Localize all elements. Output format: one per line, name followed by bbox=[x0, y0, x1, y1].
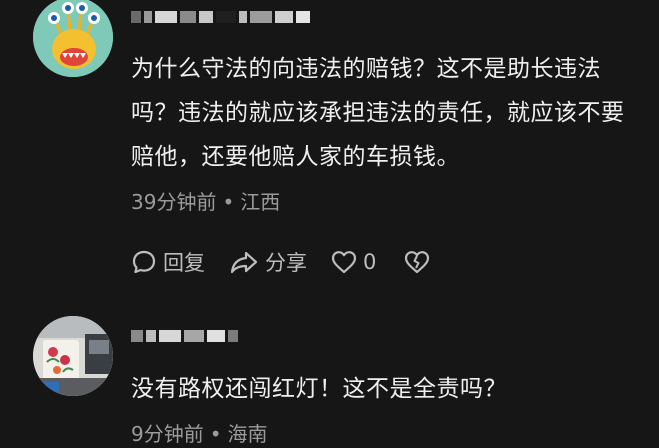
comment-time: 39分钟前 bbox=[131, 190, 217, 214]
meta-separator: • bbox=[222, 190, 235, 214]
username-blurred[interactable] bbox=[131, 6, 310, 28]
comment-location: 海南 bbox=[227, 422, 268, 446]
dislike-button[interactable] bbox=[404, 250, 430, 274]
comment-item: 为什么守法的向违法的赔钱？这不是助长违法吗？违法的就应该承担违法的责任，就应该不… bbox=[0, 0, 659, 300]
comment-actions: 回复 分享 0 bbox=[131, 245, 430, 279]
comment-meta: 39分钟前 • 江西 bbox=[131, 186, 280, 215]
share-label: 分享 bbox=[265, 251, 307, 275]
reply-label: 回复 bbox=[163, 251, 205, 275]
monster-avatar-image bbox=[33, 0, 113, 77]
broken-heart-icon bbox=[405, 251, 430, 274]
comment-location: 江西 bbox=[240, 190, 281, 214]
comment-item: 没有路权还闯红灯！这不是全责吗？ 9分钟前 • 海南 bbox=[0, 300, 659, 448]
share-arrow-icon bbox=[230, 251, 258, 274]
comment-text: 为什么守法的向违法的赔钱？这不是助长违法吗？违法的就应该承担违法的责任，就应该不… bbox=[131, 56, 625, 170]
meta-separator: • bbox=[209, 422, 222, 446]
avatar[interactable] bbox=[33, 316, 113, 396]
photo-avatar-image bbox=[33, 316, 113, 396]
reply-button[interactable]: 回复 bbox=[131, 247, 205, 277]
like-count: 0 bbox=[363, 250, 377, 274]
username-blurred[interactable] bbox=[131, 325, 238, 347]
heart-icon bbox=[331, 251, 357, 274]
share-button[interactable]: 分享 bbox=[229, 247, 307, 277]
avatar[interactable] bbox=[33, 0, 113, 77]
comment-meta: 9分钟前 • 海南 bbox=[131, 418, 268, 447]
comment-bubble-icon bbox=[132, 250, 156, 274]
like-button[interactable]: 0 bbox=[331, 250, 376, 274]
comment-text: 没有路权还闯红灯！这不是全责吗？ bbox=[131, 376, 507, 402]
comment-time: 9分钟前 bbox=[131, 422, 204, 446]
